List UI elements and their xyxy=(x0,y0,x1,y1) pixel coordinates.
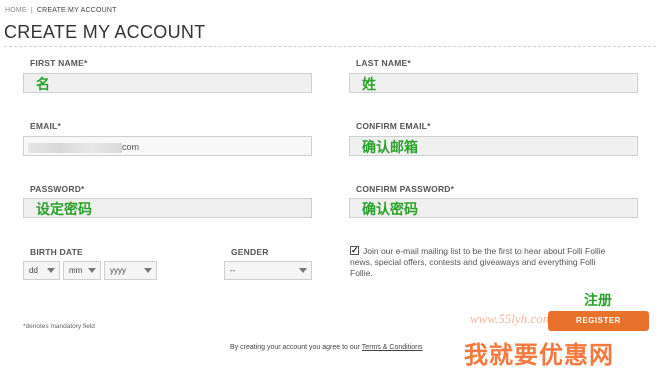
mailing-list-text: Join our e-mail mailing list to be the f… xyxy=(350,246,606,278)
email-suffix: com xyxy=(122,142,140,152)
password-label: PASSWORD* xyxy=(30,184,85,194)
confirm-email-label: CONFIRM EMAIL* xyxy=(356,121,431,131)
title-divider xyxy=(4,46,656,47)
birth-month-select[interactable]: mm xyxy=(63,261,101,280)
redacted-email xyxy=(28,142,122,153)
breadcrumb-separator: | xyxy=(30,7,33,14)
terms-notice: By creating your account you agree to ou… xyxy=(230,344,423,351)
birth-year-value: yyyy xyxy=(110,266,126,275)
terms-prefix: By creating your account you agree to ou… xyxy=(230,344,360,351)
watermark-site: 我就要优惠网 xyxy=(464,342,614,369)
gender-select[interactable]: -- xyxy=(224,261,312,280)
first-name-label: FIRST NAME* xyxy=(30,58,88,68)
mandatory-note: *denotes mandatory field xyxy=(23,323,95,330)
last-name-field[interactable]: 姓 xyxy=(349,73,638,93)
chevron-down-icon xyxy=(299,268,307,273)
confirm-password-label: CONFIRM PASSWORD* xyxy=(356,184,455,194)
birth-month-value: mm xyxy=(69,266,83,275)
birth-day-select[interactable]: dd xyxy=(23,261,60,280)
gender-label: GENDER xyxy=(231,247,269,257)
mailing-list-checkbox[interactable]: ✓ xyxy=(350,246,359,255)
chevron-down-icon xyxy=(88,268,96,273)
confirm-password-field[interactable]: 确认密码 xyxy=(349,198,638,218)
terms-link[interactable]: Terms & Conditions xyxy=(362,344,423,351)
gender-value: -- xyxy=(230,266,236,275)
register-annotation: 注册 xyxy=(584,292,612,308)
watermark-url: www.55lyh.com xyxy=(470,311,553,326)
email-field[interactable]: com xyxy=(23,136,312,156)
checkmark-icon: ✓ xyxy=(351,245,359,255)
birth-date-label: BIRTH DATE xyxy=(30,247,83,257)
birth-day-value: dd xyxy=(29,266,38,275)
password-field[interactable]: 设定密码 xyxy=(23,198,312,218)
register-button[interactable]: REGISTER xyxy=(548,311,649,331)
first-name-field[interactable]: 名 xyxy=(23,73,312,93)
chevron-down-icon xyxy=(47,268,55,273)
breadcrumb-current: CREATE MY ACCOUNT xyxy=(36,7,117,14)
email-label: EMAIL* xyxy=(30,121,61,131)
last-name-label: LAST NAME* xyxy=(356,58,411,68)
confirm-email-field[interactable]: 确认邮箱 xyxy=(349,136,638,156)
breadcrumb: HOME | CREATE MY ACCOUNT xyxy=(5,7,117,14)
chevron-down-icon xyxy=(144,268,152,273)
page-title: CREATE MY ACCOUNT xyxy=(4,22,206,42)
birth-year-select[interactable]: yyyy xyxy=(104,261,157,280)
breadcrumb-home-link[interactable]: HOME xyxy=(5,7,27,14)
